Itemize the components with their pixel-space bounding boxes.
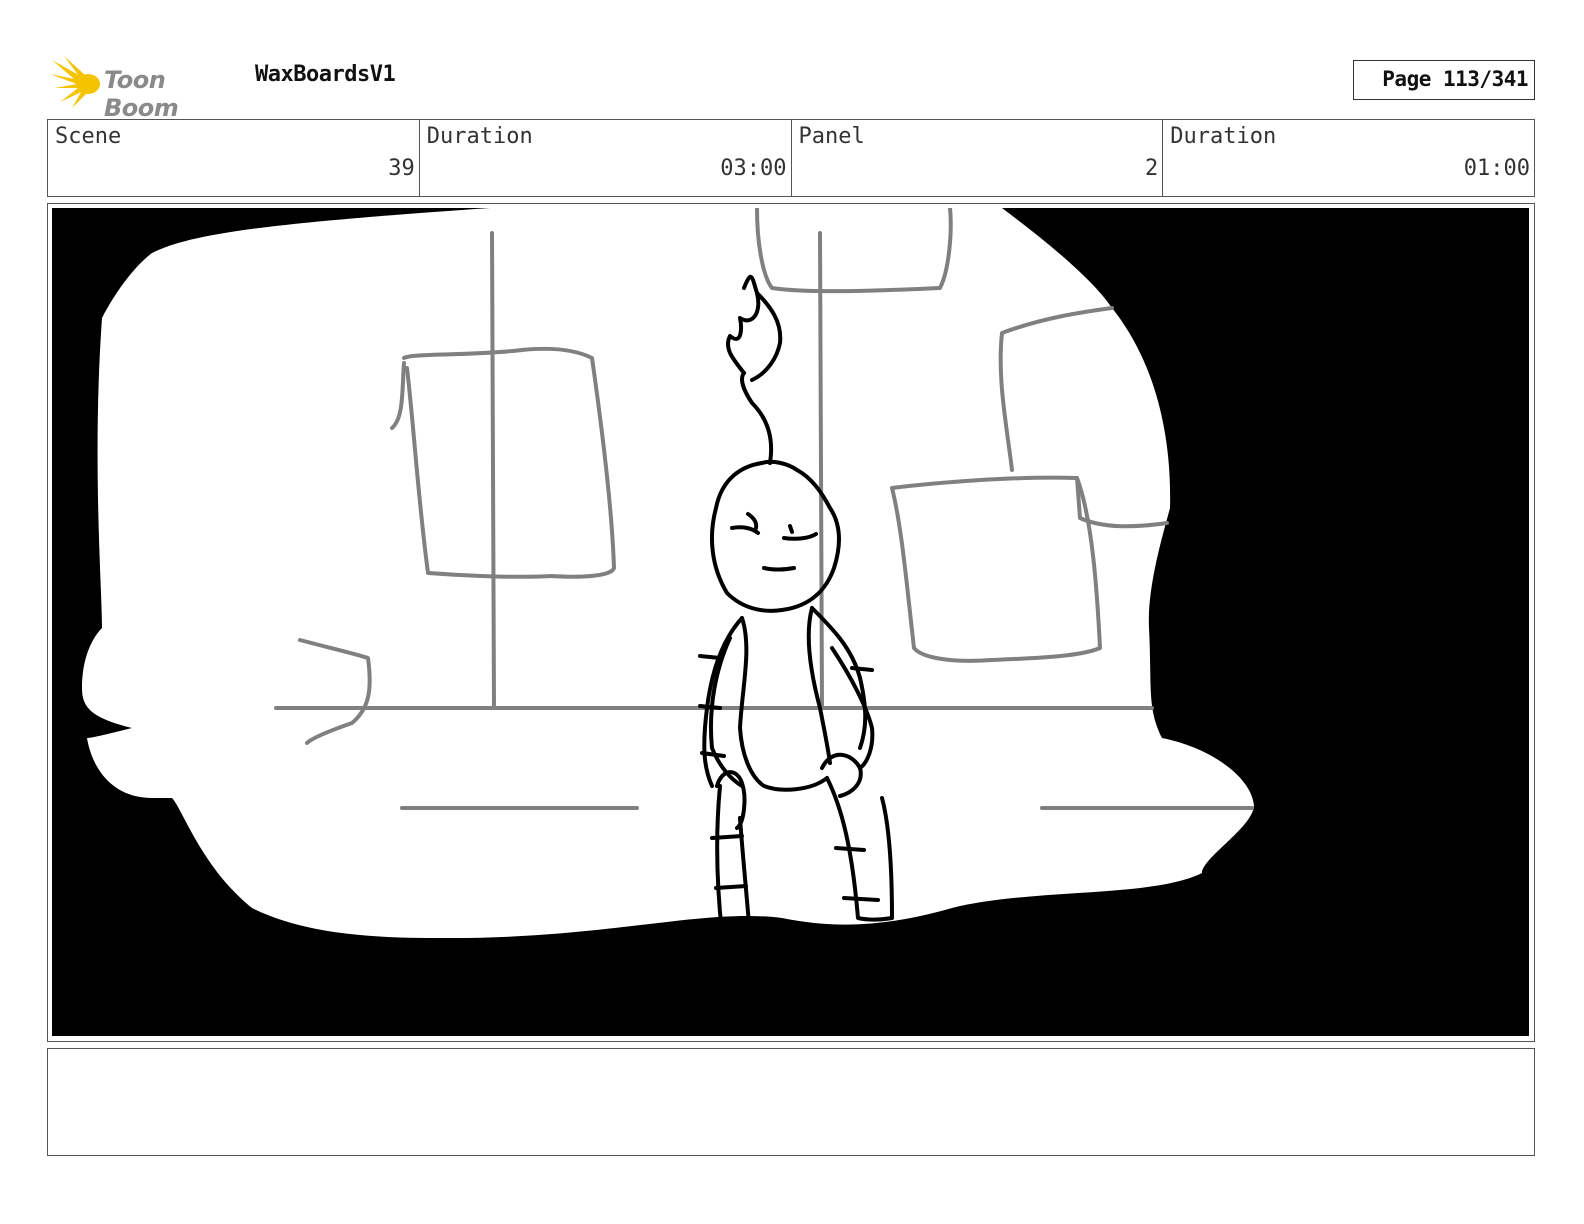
panel-info-table: Scene 39 Duration 03:00 Panel 2 Duration… (47, 119, 1535, 197)
logo-text: Toon Boom (104, 66, 179, 122)
panel-duration-label: Duration (1170, 124, 1277, 149)
panel-label: Panel (798, 124, 865, 149)
project-title: WaxBoardsV1 (255, 62, 396, 87)
storyboard-panel-image (52, 208, 1529, 1036)
scene-value: 39 (388, 156, 415, 181)
scene-duration-label: Duration (426, 124, 533, 149)
scene-label: Scene (55, 124, 122, 149)
panel-duration-value: 01:00 (1463, 156, 1530, 181)
panel-duration-cell: Duration 01:00 (1163, 120, 1534, 196)
panel-cell: Panel 2 (792, 120, 1164, 196)
page-indicator: Page 113/341 (1353, 60, 1535, 100)
flame-burst-icon (50, 56, 100, 108)
background-blob (82, 208, 1254, 938)
scene-duration-cell: Duration 03:00 (420, 120, 792, 196)
scene-duration-value: 03:00 (720, 156, 787, 181)
page-label: Page 113/341 (1382, 67, 1528, 91)
toon-boom-logo: Toon Boom (50, 54, 242, 122)
panel-value: 2 (1145, 156, 1159, 181)
sketch-drawing (82, 208, 1254, 941)
scene-cell: Scene 39 (48, 120, 420, 196)
notes-box (47, 1048, 1535, 1156)
storyboard-panel-frame (47, 203, 1535, 1042)
